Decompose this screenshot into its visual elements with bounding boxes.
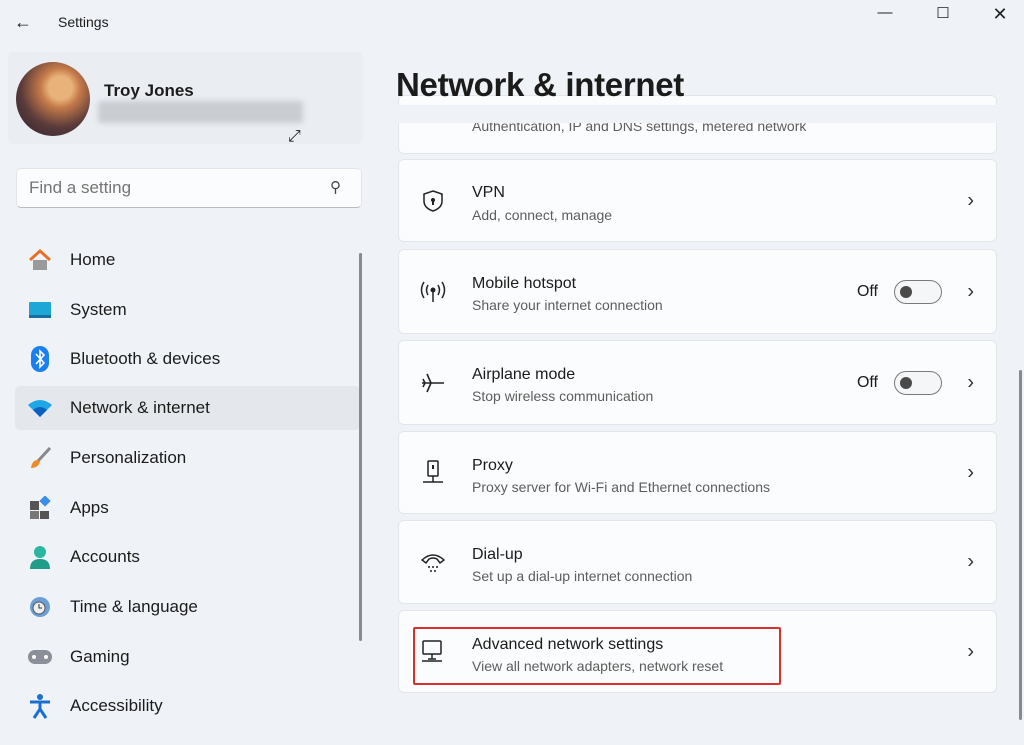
main-scrollbar[interactable]: [1019, 370, 1022, 720]
chevron-right-icon: ›: [967, 461, 974, 483]
close-button[interactable]: ✕: [985, 4, 1015, 28]
home-icon: [27, 247, 53, 273]
sidebar-item-accessibility[interactable]: Accessibility: [15, 684, 360, 728]
gamepad-icon: [27, 644, 53, 670]
apps-icon: [27, 495, 53, 521]
system-icon: [27, 297, 53, 323]
highlight-box: [413, 627, 781, 685]
sidebar-item-network[interactable]: Network & internet: [15, 386, 360, 430]
card-dial-up[interactable]: Dial-up Set up a dial-up internet connec…: [398, 520, 997, 604]
sidebar-item-gaming[interactable]: Gaming: [15, 635, 360, 679]
bluetooth-icon: [27, 346, 53, 372]
brush-icon: [27, 445, 53, 471]
phone-icon: [419, 548, 447, 576]
card-mobile-hotspot[interactable]: Mobile hotspot Share your internet conne…: [398, 249, 997, 334]
airplane-icon: [419, 369, 447, 397]
sidebar-scrollbar[interactable]: [359, 253, 362, 641]
header-backdrop: [380, 105, 1024, 123]
shield-icon: [419, 187, 447, 215]
sidebar-item-accounts[interactable]: Accounts: [15, 535, 360, 579]
maximize-button[interactable]: ☐: [928, 4, 958, 28]
card-proxy[interactable]: Proxy Proxy server for Wi-Fi and Etherne…: [398, 431, 997, 514]
sidebar-item-bluetooth[interactable]: Bluetooth & devices: [15, 337, 360, 381]
back-button[interactable]: ←: [14, 12, 32, 33]
sidebar-item-time-language[interactable]: Time & language: [15, 585, 360, 629]
wifi-icon: [27, 395, 53, 421]
chevron-right-icon: ›: [967, 550, 974, 573]
sidebar-item-home[interactable]: Home: [15, 238, 360, 282]
sidebar-item-system[interactable]: System: [15, 288, 360, 332]
chevron-right-icon: ›: [967, 640, 974, 662]
toggle-state-label: Off: [856, 373, 878, 391]
person-icon: [27, 544, 53, 570]
page-title: Network & internet: [396, 66, 684, 103]
toggle-state-label: Off: [856, 282, 878, 300]
mobile-hotspot-toggle[interactable]: [894, 279, 942, 304]
card-airplane-mode[interactable]: Airplane mode Stop wireless communicatio…: [398, 340, 997, 425]
avatar: [16, 62, 90, 136]
resize-cursor-icon: ⤢: [288, 128, 301, 145]
card-vpn[interactable]: VPN Add, connect, manage ›: [398, 159, 997, 242]
accessibility-icon: [27, 693, 53, 719]
hotspot-icon: [419, 278, 447, 306]
sidebar-item-personalization[interactable]: Personalization: [15, 436, 360, 480]
chevron-right-icon: ›: [967, 280, 974, 302]
window-title: Settings: [58, 14, 109, 30]
profile-email-redacted: [98, 101, 303, 123]
proxy-icon: [419, 459, 447, 487]
clock-globe-icon: [27, 594, 53, 620]
chevron-right-icon: ›: [967, 189, 974, 211]
search-input[interactable]: [16, 168, 362, 208]
minimize-button[interactable]: —: [870, 4, 900, 28]
sidebar-item-apps[interactable]: Apps: [15, 486, 360, 530]
profile-name: Troy Jones: [104, 81, 194, 100]
airplane-mode-toggle[interactable]: [894, 370, 942, 395]
search-icon: ⚲: [330, 179, 341, 196]
chevron-right-icon: ›: [967, 371, 974, 393]
